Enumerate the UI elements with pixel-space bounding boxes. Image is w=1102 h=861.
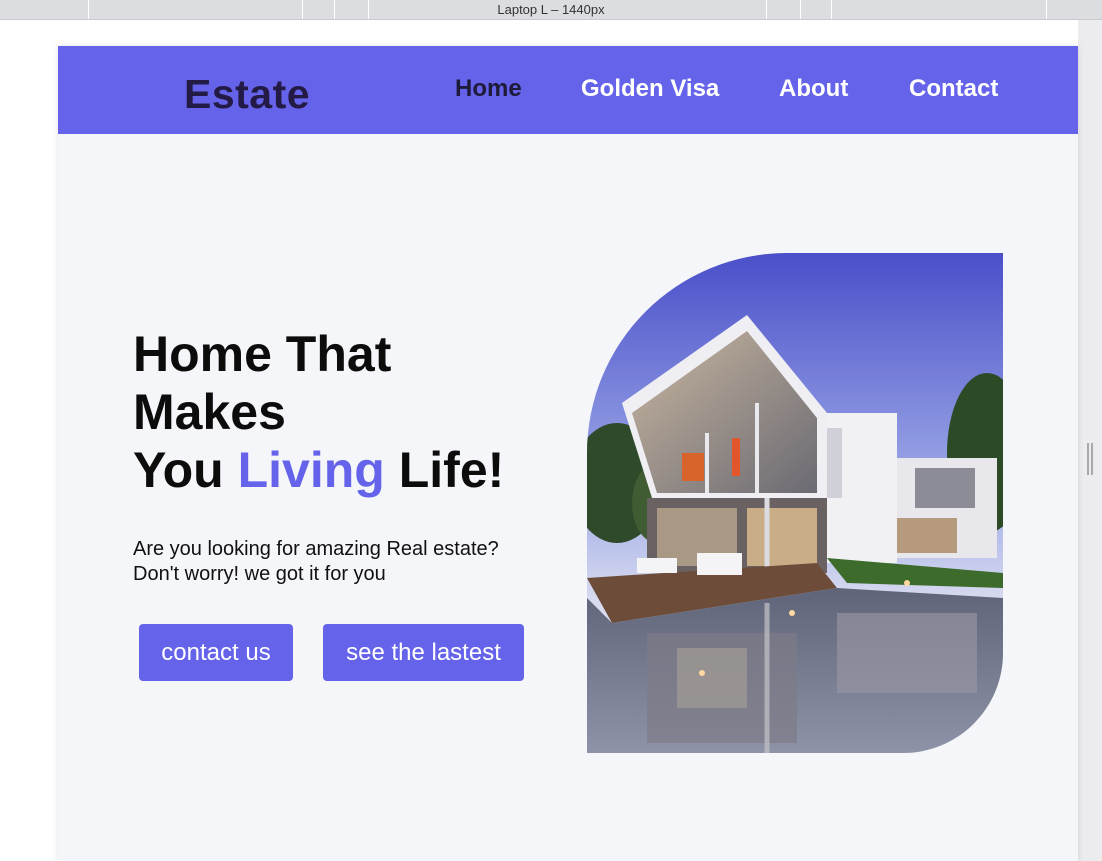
nav-link-about[interactable]: About — [779, 75, 848, 103]
nav-link-home[interactable]: Home — [455, 75, 522, 103]
devtools-ruler: Laptop L – 1440px — [0, 0, 1102, 20]
hero-subtext: Are you looking for amazing Real estate?… — [133, 537, 553, 587]
headline-line-2: Makes — [133, 384, 286, 440]
emulated-viewport: Estate Home Golden Visa About Contact Ho… — [58, 46, 1078, 861]
subtext-line-1: Are you looking for amazing Real estate? — [133, 538, 499, 560]
devtools-resize-gutter — [1078, 20, 1102, 861]
see-latest-button[interactable]: see the lastest — [323, 624, 524, 681]
ruler-label: Laptop L – 1440px — [497, 2, 605, 17]
site-logo[interactable]: Estate — [184, 71, 310, 118]
contact-us-button[interactable]: contact us — [139, 624, 293, 681]
hero-headline: Home That Makes You Living Life! — [133, 325, 504, 499]
nav-link-golden-visa[interactable]: Golden Visa — [581, 75, 719, 103]
viewport-resize-handle[interactable] — [1087, 443, 1093, 475]
headline-line-3-suffix: Life! — [384, 442, 505, 498]
navbar: Estate Home Golden Visa About Contact — [58, 46, 1078, 134]
headline-line-1: Home That — [133, 326, 392, 382]
devtools-canvas-margin — [0, 20, 58, 861]
headline-accent: Living — [237, 442, 385, 498]
nav-link-contact[interactable]: Contact — [909, 75, 998, 103]
headline-line-3-prefix: You — [133, 442, 238, 498]
subtext-line-2: Don't worry! we got it for you — [133, 563, 386, 585]
hero-house-image — [587, 253, 1003, 753]
